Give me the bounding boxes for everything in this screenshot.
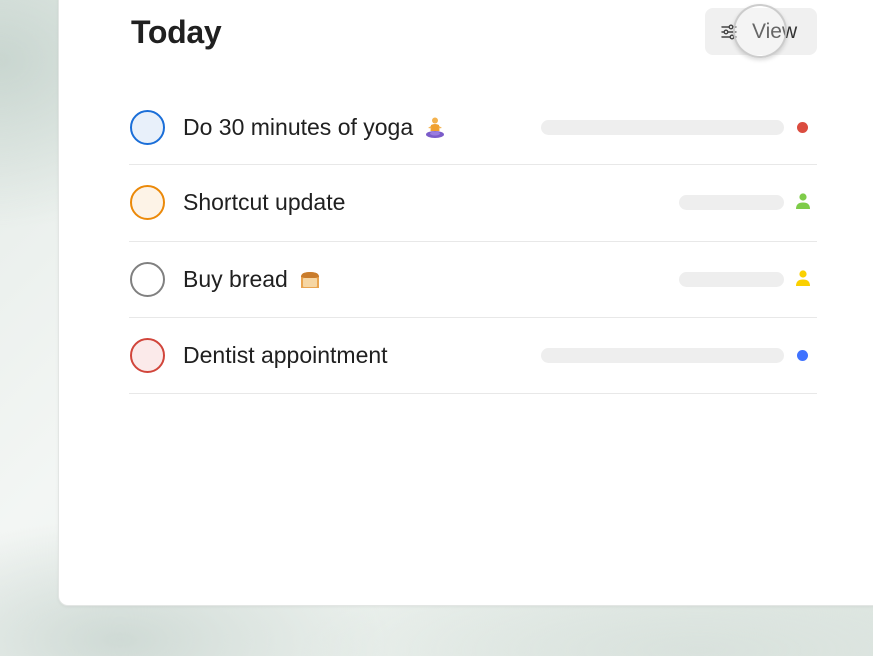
- view-button[interactable]: View: [705, 8, 817, 55]
- task-label: Do 30 minutes of yoga: [183, 114, 414, 140]
- task-meta-placeholder: [541, 348, 784, 363]
- task-row[interactable]: Dentist appointment: [129, 318, 817, 394]
- task-title[interactable]: Do 30 minutes of yoga: [183, 114, 447, 141]
- task-title[interactable]: Dentist appointment: [183, 342, 388, 369]
- assignee-icon: [796, 193, 810, 209]
- priority-dot: [797, 122, 808, 133]
- task-checkbox[interactable]: [130, 262, 165, 297]
- task-row[interactable]: Shortcut update: [129, 165, 817, 242]
- task-row[interactable]: Do 30 minutes of yoga: [129, 90, 817, 165]
- task-row[interactable]: Buy bread: [129, 242, 817, 318]
- bread-icon: [300, 271, 319, 288]
- task-title[interactable]: Buy bread: [183, 266, 322, 293]
- task-title[interactable]: Shortcut update: [183, 189, 345, 216]
- task-label: Shortcut update: [183, 189, 346, 215]
- task-meta-placeholder: [679, 272, 784, 287]
- task-label: Dentist appointment: [183, 342, 388, 368]
- page-title: Today: [131, 14, 222, 50]
- task-checkbox[interactable]: [130, 110, 165, 145]
- task-checkbox[interactable]: [130, 185, 165, 220]
- task-list: Do 30 minutes of yoga Shortcut update Bu…: [129, 90, 817, 394]
- assignee-icon: [796, 270, 810, 286]
- sliders-icon: [721, 24, 737, 39]
- task-meta-placeholder: [679, 195, 784, 210]
- lotus-position-icon: [426, 117, 445, 138]
- task-checkbox[interactable]: [130, 338, 165, 373]
- task-label: Buy bread: [183, 266, 288, 292]
- priority-dot: [797, 350, 808, 361]
- view-button-label: View: [752, 19, 798, 43]
- task-meta-placeholder: [541, 120, 784, 135]
